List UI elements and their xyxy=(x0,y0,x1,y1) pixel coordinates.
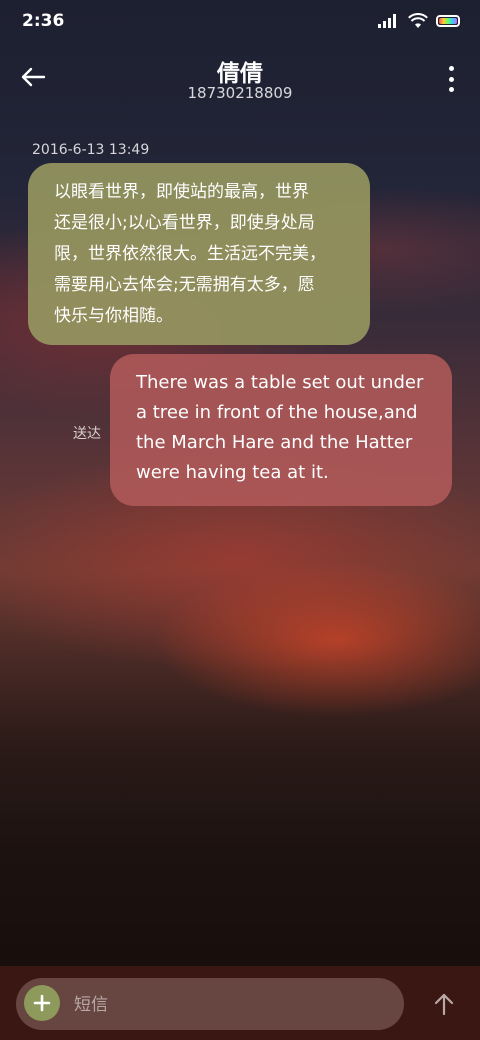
conversation-header: 倩倩 18730218809 xyxy=(0,44,480,114)
message-line: were having tea at it. xyxy=(136,462,329,483)
more-vertical-icon-dot xyxy=(448,87,454,92)
message-line: 以眼看世界，即使站的最高，世界 xyxy=(54,182,309,202)
delivery-status: 送达 xyxy=(73,426,101,442)
sent-message-bubble[interactable]: There was a table set out under a tree i… xyxy=(110,354,452,506)
send-button[interactable] xyxy=(430,990,458,1018)
message-line: the March Hare and the Hatter xyxy=(136,432,413,453)
message-line: 限，世界依然很大。生活远不完美， xyxy=(54,244,326,264)
composer-bar xyxy=(0,966,480,1040)
contact-number: 18730218809 xyxy=(187,84,293,102)
more-vertical-icon-dot xyxy=(448,66,454,71)
signal-icon xyxy=(378,14,400,28)
message-input[interactable] xyxy=(72,978,376,1032)
composer-pill xyxy=(16,978,404,1032)
message-line: a tree in front of the house,and xyxy=(136,402,418,423)
add-attachment-button[interactable] xyxy=(24,985,60,1021)
status-time: 2:36 xyxy=(22,11,65,31)
message-line: 快乐与你相随。 xyxy=(54,306,173,326)
more-options-button[interactable] xyxy=(444,66,458,92)
battery-level xyxy=(439,18,457,24)
plus-icon xyxy=(33,994,51,1012)
message-timestamp: 2016-6-13 13:49 xyxy=(32,142,150,158)
message-line: 还是很小;以心看世界，即使身处局 xyxy=(54,213,315,233)
received-message-bubble[interactable]: 以眼看世界，即使站的最高，世界 还是很小;以心看世界，即使身处局 限，世界依然很… xyxy=(28,163,370,345)
status-bar: 2:36 xyxy=(0,0,480,44)
message-line: There was a table set out under xyxy=(136,372,424,393)
battery-icon xyxy=(436,15,460,27)
contact-name: 倩倩 xyxy=(217,61,263,87)
message-line: 需要用心去体会;无需拥有太多，愿 xyxy=(54,275,315,295)
more-vertical-icon-dot xyxy=(448,76,454,82)
status-icons xyxy=(378,13,460,29)
arrow-up-icon xyxy=(434,993,454,1016)
wifi-icon xyxy=(408,13,428,28)
